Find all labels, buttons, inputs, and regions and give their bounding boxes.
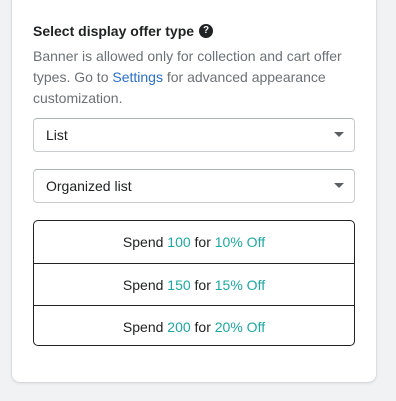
- discount-value: 20% Off: [214, 318, 266, 335]
- section-heading: Select display offer type ?: [33, 21, 214, 41]
- offer-row: Spend 200 for 20% Off: [34, 305, 354, 345]
- spend-amount: 100: [167, 234, 191, 250]
- spend-amount: 150: [167, 276, 191, 293]
- spend-label: Spend: [122, 276, 164, 293]
- offer-row: Spend 100 for 10% Off: [34, 221, 354, 263]
- discount-value: 10% Off: [214, 234, 266, 250]
- list-style-select[interactable]: Organized list: [33, 169, 355, 203]
- for-label: for: [194, 276, 211, 293]
- spend-label: Spend: [122, 318, 164, 335]
- chevron-down-icon: [334, 183, 344, 188]
- offer-row: Spend 150 for 15% Off: [34, 263, 354, 305]
- settings-card: Select display offer type ? Banner is al…: [12, 0, 376, 382]
- for-label: for: [194, 318, 211, 335]
- for-label: for: [194, 234, 211, 250]
- section-heading-text: Select display offer type: [33, 23, 195, 39]
- settings-link[interactable]: Settings: [112, 69, 163, 85]
- discount-value: 15% Off: [214, 276, 266, 293]
- chevron-down-icon: [334, 132, 344, 137]
- list-style-value: Organized list: [46, 178, 132, 194]
- spend-amount: 200: [167, 318, 191, 335]
- section-description: Banner is allowed only for collection an…: [33, 46, 363, 109]
- offer-preview: Spend 100 for 10% Off Spend 150 for 15% …: [33, 220, 355, 346]
- spend-label: Spend: [122, 234, 164, 250]
- display-type-select[interactable]: List: [33, 118, 355, 152]
- display-type-value: List: [46, 127, 68, 143]
- question-circle-icon[interactable]: ?: [199, 24, 214, 38]
